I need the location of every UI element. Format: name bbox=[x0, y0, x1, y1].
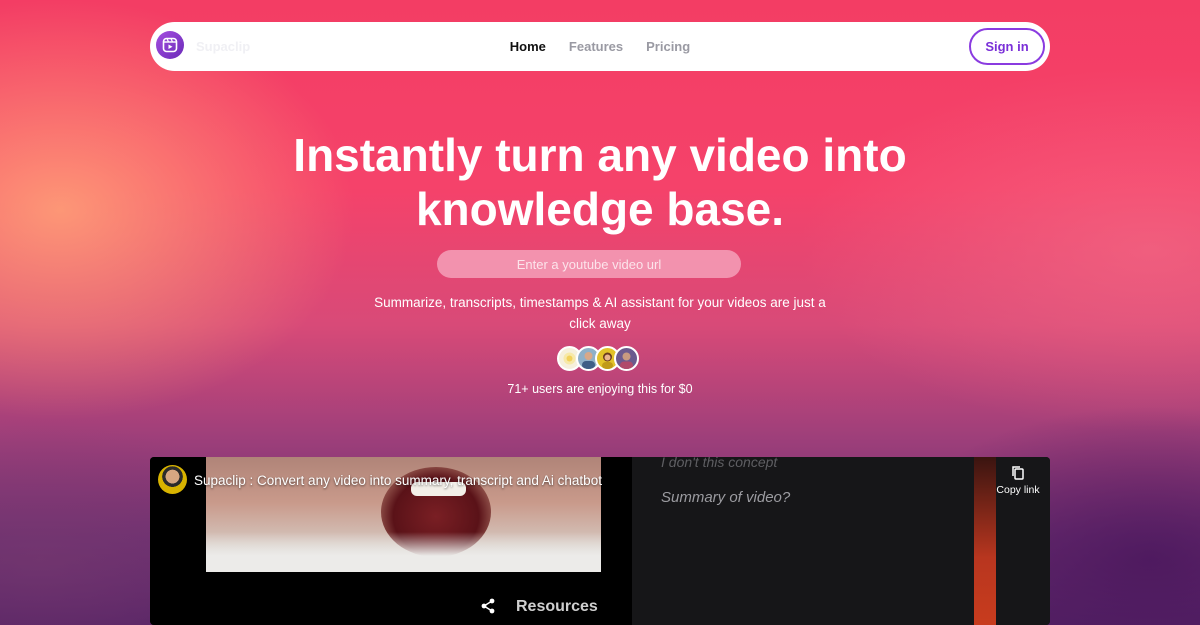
channel-avatar[interactable] bbox=[158, 465, 187, 494]
video-frame-shirt bbox=[206, 532, 601, 572]
nav-item-pricing[interactable]: Pricing bbox=[646, 39, 690, 54]
share-icon[interactable] bbox=[480, 598, 496, 619]
nav-item-features[interactable]: Features bbox=[569, 39, 623, 54]
video-left-panel: Supaclip : Convert any video into summar… bbox=[150, 457, 632, 625]
users-count-text: 71+ users are enjoying this for $0 bbox=[507, 382, 693, 396]
video-right-panel: I don't this concept Summary of video? C… bbox=[632, 457, 1050, 625]
video-title[interactable]: Supaclip : Convert any video into summar… bbox=[194, 473, 602, 488]
hero-subtitle: Summarize, transcripts, timestamps & AI … bbox=[374, 295, 826, 331]
chat-question: Summary of video? bbox=[661, 489, 791, 506]
nav-item-home[interactable]: Home bbox=[510, 39, 546, 54]
scroll-accent-bar bbox=[974, 457, 996, 625]
demo-video-player[interactable]: Supaclip : Convert any video into summar… bbox=[150, 457, 1050, 625]
resources-label[interactable]: Resources bbox=[516, 598, 598, 616]
user-avatars bbox=[557, 346, 639, 372]
copy-link-label: Copy link bbox=[996, 484, 1040, 496]
avatar bbox=[614, 346, 639, 371]
sign-in-button[interactable]: Sign in bbox=[969, 28, 1045, 65]
nav-menu: Home Features Pricing bbox=[150, 39, 1050, 54]
hero-title: Instantly turn any video into knowledge … bbox=[293, 129, 907, 235]
top-nav: Supaclip Home Features Pricing Sign in bbox=[150, 22, 1050, 71]
youtube-url-input[interactable] bbox=[437, 250, 741, 278]
chat-question: I don't this concept bbox=[661, 457, 778, 470]
copy-link-button[interactable]: Copy link bbox=[994, 465, 1042, 496]
copy-icon bbox=[1012, 466, 1024, 480]
